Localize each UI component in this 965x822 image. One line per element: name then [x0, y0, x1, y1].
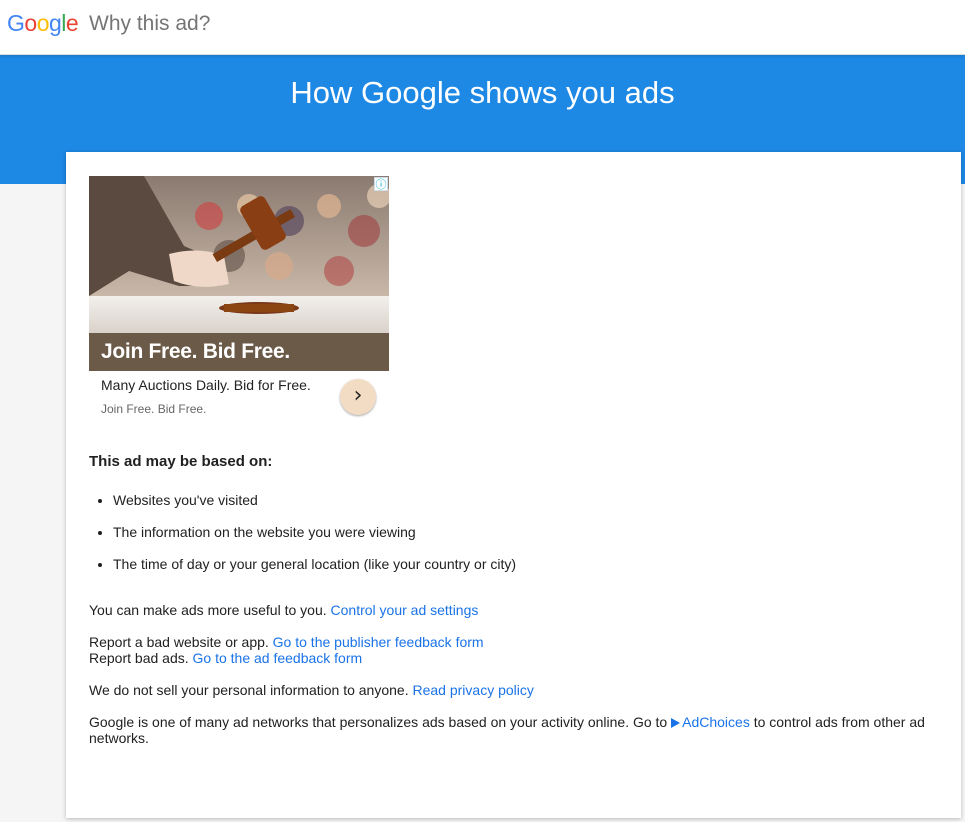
ad-preview[interactable]: ⓘ Join Free. Bid Free. Many Auctions Dai… — [89, 176, 389, 426]
report-ads-paragraph: Report bad ads. Go to the ad feedback fo… — [89, 650, 362, 666]
privacy-policy-link[interactable]: Read privacy policy — [412, 682, 533, 698]
banner-title: How Google shows you ads — [290, 75, 675, 110]
ad-headline: Join Free. Bid Free. — [101, 340, 290, 363]
privacy-text: We do not sell your personal information… — [89, 682, 409, 698]
ad-headline-banner: Join Free. Bid Free. — [89, 333, 389, 371]
ad-feedback-link[interactable]: Go to the ad feedback form — [193, 650, 363, 666]
ad-settings-text: You can make ads more useful to you. — [89, 602, 327, 618]
logo-letter: G — [7, 10, 25, 36]
page-title: Why this ad? — [89, 12, 211, 35]
info-icon[interactable]: ⓘ — [374, 177, 388, 191]
publisher-feedback-link[interactable]: Go to the publisher feedback form — [273, 634, 484, 650]
chevron-right-icon[interactable]: › — [340, 379, 376, 415]
privacy-paragraph: We do not sell your personal information… — [89, 682, 534, 698]
reasons-list: Websites you've visited The information … — [89, 492, 516, 588]
logo-letter: o — [24, 10, 37, 36]
logo-letter: e — [65, 10, 79, 36]
google-logo[interactable]: Google — [7, 10, 79, 37]
report-ads-text: Report bad ads. — [89, 650, 189, 666]
top-bar: Google Why this ad? — [0, 0, 965, 55]
report-website-text: Report a bad website or app. — [89, 634, 269, 650]
adchoices-link[interactable]: AdChoices — [671, 714, 750, 730]
ad-title[interactable]: Many Auctions Daily. Bid for Free. — [101, 377, 311, 393]
list-item: The information on the website you were … — [113, 524, 516, 556]
based-on-heading: This ad may be based on: — [89, 453, 273, 470]
list-item: Websites you've visited — [113, 492, 516, 524]
adchoices-label: AdChoices — [682, 714, 750, 730]
ad-networks-text: Google is one of many ad networks that p… — [89, 714, 668, 730]
content-card: ⓘ Join Free. Bid Free. Many Auctions Dai… — [66, 152, 961, 818]
list-item: The time of day or your general location… — [113, 556, 516, 588]
control-ad-settings-link[interactable]: Control your ad settings — [331, 602, 479, 618]
ad-settings-paragraph: You can make ads more useful to you. Con… — [89, 602, 478, 618]
ad-description: Join Free. Bid Free. — [101, 402, 207, 416]
logo-letter: o — [36, 10, 50, 36]
report-website-paragraph: Report a bad website or app. Go to the p… — [89, 634, 484, 650]
ad-networks-paragraph: Google is one of many ad networks that p… — [89, 714, 939, 746]
adchoices-icon — [671, 718, 681, 728]
logo-letter: g — [48, 10, 62, 36]
